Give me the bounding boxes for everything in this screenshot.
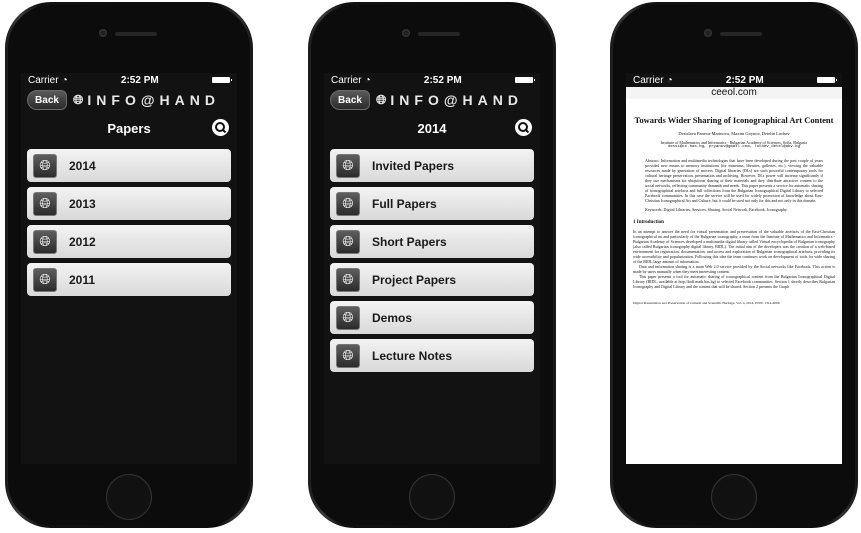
paper-emails: dessi@cc.bas.bg, pryanov@gmail.com, luch… — [667, 145, 801, 149]
search-button[interactable] — [212, 119, 229, 136]
globe-icon: 🌐︎ — [376, 92, 387, 107]
back-button[interactable]: Back — [330, 90, 370, 110]
globe-icon: 🌐︎ — [33, 191, 57, 216]
paper-abstract: Abstract. Information and multimedia tec… — [645, 158, 823, 203]
section-heading: 1 Introduction — [633, 220, 664, 225]
front-camera — [704, 29, 712, 37]
globe-icon: 🌐︎ — [33, 153, 57, 178]
page-title: Papers — [107, 120, 151, 136]
app-logo: 🌐︎ INFO@HAND — [73, 92, 220, 108]
globe-icon: 🌐︎ — [33, 229, 57, 254]
phone-frame-document: Carrier ◔ 2:52 PM ceeol.com Towards Wider… — [610, 2, 858, 528]
status-time: 2:52 PM — [725, 74, 764, 86]
home-button[interactable] — [711, 474, 757, 520]
home-button[interactable] — [409, 474, 455, 520]
battery-icon — [515, 77, 535, 83]
list-item-label: 2011 — [69, 272, 96, 287]
carrier-label: Carrier — [331, 74, 362, 86]
screen-2014: Carrier ◔ 2:52 PM Back 🌐︎ INFO@HAND 2014 … — [324, 73, 540, 464]
list-item-label: Invited Papers — [372, 158, 455, 173]
home-button[interactable] — [106, 474, 152, 520]
battery-icon — [817, 77, 837, 83]
status-time: 2:52 PM — [423, 74, 462, 86]
page-title: 2014 — [417, 120, 447, 136]
status-time: 2:52 PM — [120, 74, 159, 86]
front-camera — [402, 29, 410, 37]
globe-icon: 🌐︎ — [33, 267, 57, 292]
brand-label: INFO@HAND — [87, 92, 220, 108]
front-camera — [99, 29, 107, 37]
back-button[interactable]: Back — [27, 90, 67, 110]
status-bar: Carrier ◔ 2:52 PM — [324, 73, 540, 87]
paper-paragraph: Data and information sharing is a main W… — [633, 264, 835, 274]
carrier-label: Carrier — [28, 74, 59, 86]
paper-page: Towards Wider Sharing of Iconographical … — [626, 99, 842, 305]
wifi-icon: ◔ — [666, 74, 673, 86]
search-button[interactable] — [515, 119, 532, 136]
year-list: 🌐︎ 2014 🌐︎ 2013 🌐︎ 2012 🌐︎ 2011 — [21, 143, 237, 296]
wifi-icon: ◔ — [364, 74, 371, 86]
list-item-demos[interactable]: 🌐︎ Demos — [330, 301, 534, 334]
paper-title: Towards Wider Sharing of Iconographical … — [634, 115, 834, 125]
list-item-invited-papers[interactable]: 🌐︎ Invited Papers — [330, 149, 534, 182]
globe-icon: 🌐︎ — [336, 343, 360, 368]
list-item-label: 2012 — [69, 234, 96, 249]
paper-footer: Digital Presentation and Preservation of… — [633, 301, 780, 305]
status-bar: Carrier ◔ 2:52 PM — [626, 73, 842, 87]
list-item-label: 2014 — [69, 158, 96, 173]
paper-paragraph: In an attempt to answer the need for vir… — [633, 229, 835, 264]
carrier-group: Carrier ◔ — [331, 75, 371, 86]
title-bar: Papers — [21, 113, 237, 143]
globe-icon: 🌐︎ — [336, 229, 360, 254]
brand-label: INFO@HAND — [390, 92, 523, 108]
document-viewer[interactable]: ceeol.com Towards Wider Sharing of Icono… — [626, 87, 842, 464]
paper-paragraph: This paper presents a tool for automatic… — [633, 274, 835, 289]
list-item-2011[interactable]: 🌐︎ 2011 — [27, 263, 231, 296]
phone-frame-papers: Carrier ◔ 2:52 PM Back 🌐︎ INFO@HAND Paper… — [5, 2, 253, 528]
carrier-group: Carrier ◔ — [28, 75, 68, 86]
earpiece-speaker — [418, 32, 460, 36]
list-item-label: Project Papers — [372, 272, 457, 287]
list-item-2012[interactable]: 🌐︎ 2012 — [27, 225, 231, 258]
globe-icon: 🌐︎ — [73, 92, 84, 107]
list-item-lecture-notes[interactable]: 🌐︎ Lecture Notes — [330, 339, 534, 372]
carrier-label: Carrier — [633, 74, 664, 86]
paper-keywords: Keywords: Digital Libraries, Services, S… — [645, 207, 788, 212]
globe-icon: 🌐︎ — [336, 191, 360, 216]
paper-authors: Desislava Paneva-Marinova, Maxim Goynov,… — [678, 131, 790, 136]
earpiece-speaker — [720, 32, 762, 36]
category-list: 🌐︎ Invited Papers 🌐︎ Full Papers 🌐︎ Short P… — [324, 143, 540, 372]
search-icon — [214, 121, 225, 132]
list-item-2013[interactable]: 🌐︎ 2013 — [27, 187, 231, 220]
globe-icon: 🌐︎ — [336, 267, 360, 292]
screen-document: Carrier ◔ 2:52 PM ceeol.com Towards Wider… — [626, 73, 842, 464]
title-bar: 2014 — [324, 113, 540, 143]
globe-icon: 🌐︎ — [336, 305, 360, 330]
list-item-label: Lecture Notes — [372, 348, 453, 363]
wifi-icon: ◔ — [61, 74, 68, 86]
list-item-label: Short Papers — [372, 234, 447, 249]
status-bar: Carrier ◔ 2:52 PM — [21, 73, 237, 87]
screen-papers: Carrier ◔ 2:52 PM Back 🌐︎ INFO@HAND Paper… — [21, 73, 237, 464]
search-icon — [517, 121, 528, 132]
list-item-label: Demos — [372, 310, 413, 325]
list-item-label: Full Papers — [372, 196, 437, 211]
battery-icon — [212, 77, 232, 83]
carrier-group: Carrier ◔ — [633, 75, 673, 86]
nav-bar: Back 🌐︎ INFO@HAND — [21, 87, 237, 113]
earpiece-speaker — [115, 32, 157, 36]
list-item-project-papers[interactable]: 🌐︎ Project Papers — [330, 263, 534, 296]
list-item-2014[interactable]: 🌐︎ 2014 — [27, 149, 231, 182]
app-logo: 🌐︎ INFO@HAND — [376, 92, 523, 108]
phone-frame-2014: Carrier ◔ 2:52 PM Back 🌐︎ INFO@HAND 2014 … — [308, 2, 556, 528]
globe-icon: 🌐︎ — [336, 153, 360, 178]
url-bar[interactable]: ceeol.com — [626, 87, 842, 99]
list-item-full-papers[interactable]: 🌐︎ Full Papers — [330, 187, 534, 220]
nav-bar: Back 🌐︎ INFO@HAND — [324, 87, 540, 113]
list-item-short-papers[interactable]: 🌐︎ Short Papers — [330, 225, 534, 258]
list-item-label: 2013 — [69, 196, 96, 211]
